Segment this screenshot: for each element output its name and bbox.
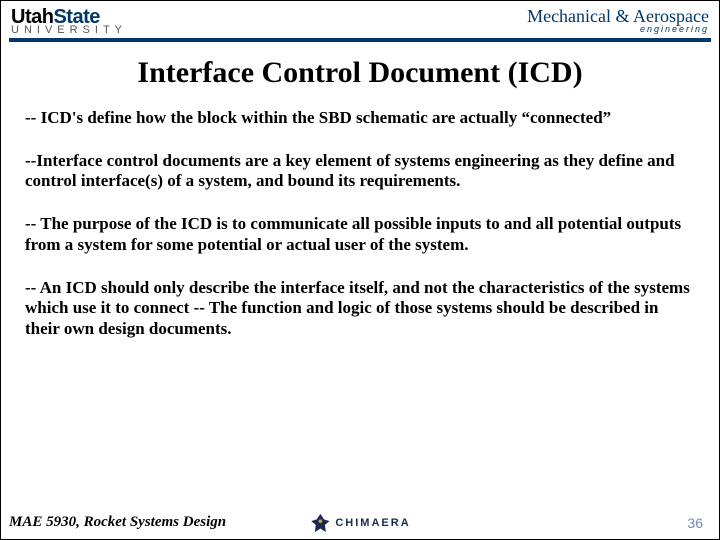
header-rule: [9, 38, 711, 42]
chimaera-icon: [309, 512, 331, 534]
body: -- ICD's define how the block within the…: [1, 108, 719, 340]
usu-logo-sub: UNIVERSITY: [11, 25, 127, 36]
mae-main: Mechanical & Aerospace: [527, 7, 709, 25]
header: UtahState UNIVERSITY Mechanical & Aerosp…: [1, 1, 719, 38]
paragraph: -- ICD's define how the block within the…: [25, 108, 695, 129]
paragraph: --Interface control documents are a key …: [25, 151, 695, 192]
paragraph: -- An ICD should only describe the inter…: [25, 278, 695, 340]
mae-logo: Mechanical & Aerospace engineering: [527, 7, 709, 34]
footer: MAE 5930, Rocket Systems Design CHIMAERA…: [1, 514, 719, 531]
footer-center: CHIMAERA: [309, 512, 410, 534]
mae-sub: engineering: [527, 25, 709, 34]
paragraph: -- The purpose of the ICD is to communic…: [25, 214, 695, 255]
slide-title: Interface Control Document (ICD): [1, 56, 719, 90]
slide: UtahState UNIVERSITY Mechanical & Aerosp…: [0, 0, 720, 540]
page-number: 36: [687, 515, 703, 531]
footer-course: MAE 5930, Rocket Systems Design: [9, 514, 226, 531]
footer-center-label: CHIMAERA: [335, 517, 410, 529]
usu-logo: UtahState UNIVERSITY: [11, 7, 127, 36]
